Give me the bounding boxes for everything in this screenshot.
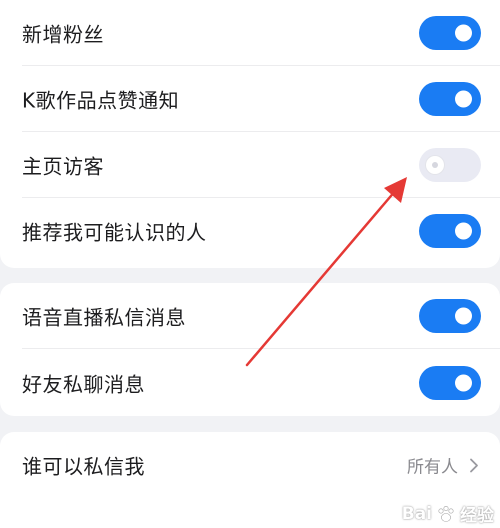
setting-row-friend-chat: 好友私聊消息 <box>0 350 500 416</box>
setting-row-karaoke-like-notify: K歌作品点赞通知 <box>0 66 500 132</box>
setting-row-who-can-dm[interactable]: 谁可以私信我 所有人 <box>0 432 500 498</box>
toggle-knob <box>455 90 472 108</box>
toggle-karaoke-like-notify[interactable] <box>419 82 481 116</box>
baidu-watermark: Bai 经验 <box>401 501 494 527</box>
watermark-text-prefix: Bai <box>401 503 432 524</box>
toggle-knob <box>455 374 472 392</box>
setting-label: 推荐我可能认识的人 <box>22 220 207 245</box>
setting-label: 语音直播私信消息 <box>22 305 186 330</box>
setting-row-profile-visitors: 主页访客 <box>0 132 500 198</box>
toggle-knob <box>426 156 444 174</box>
message-settings-card: 语音直播私信消息 好友私聊消息 <box>0 283 500 416</box>
watermark-text-suffix: 经验 <box>460 506 494 526</box>
notification-settings-card: 新增粉丝 K歌作品点赞通知 主页访客 推荐我可能认识的人 <box>0 0 500 268</box>
toggle-friend-chat[interactable] <box>419 366 481 400</box>
setting-label: 好友私聊消息 <box>22 372 145 397</box>
toggle-new-fans[interactable] <box>419 16 481 50</box>
setting-label: K歌作品点赞通知 <box>22 88 180 113</box>
setting-row-new-fans: 新增粉丝 <box>0 0 500 66</box>
toggle-knob <box>455 24 472 42</box>
toggle-recommend-people[interactable] <box>419 214 481 248</box>
toggle-voice-live-dm[interactable] <box>419 299 481 333</box>
baidu-paw-icon <box>438 505 454 522</box>
setting-label: 主页访客 <box>22 154 104 179</box>
chevron-right-icon <box>470 458 478 472</box>
setting-value: 所有人 <box>407 457 458 478</box>
row-divider <box>22 348 500 349</box>
setting-value-area[interactable]: 所有人 <box>407 453 482 478</box>
setting-label: 新增粉丝 <box>22 22 104 47</box>
toggle-knob <box>455 307 472 325</box>
setting-row-recommend-people: 推荐我可能认识的人 <box>0 198 500 264</box>
setting-label: 谁可以私信我 <box>22 454 145 479</box>
setting-row-voice-live-dm: 语音直播私信消息 <box>0 283 500 349</box>
toggle-knob <box>455 222 472 240</box>
toggle-profile-visitors[interactable] <box>419 148 481 182</box>
